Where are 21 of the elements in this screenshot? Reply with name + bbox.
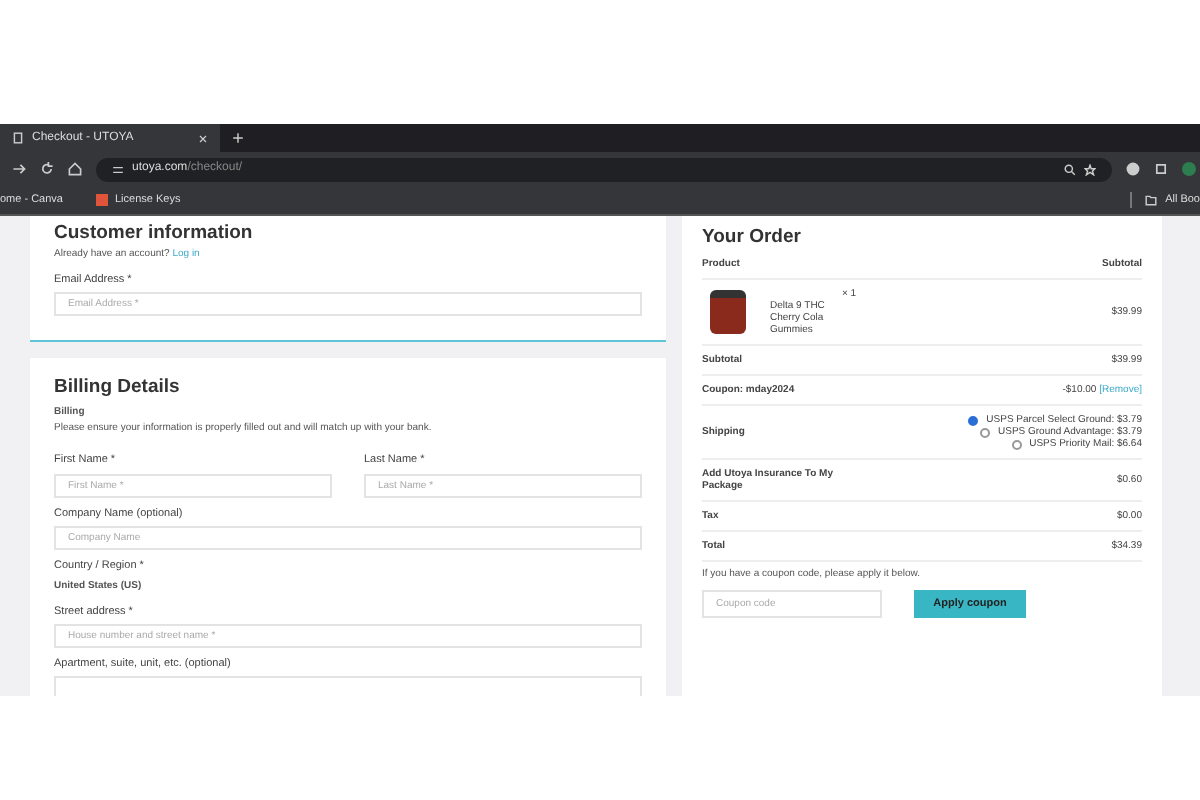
input-field[interactable] [54, 676, 642, 696]
radio-button[interactable] [1011, 439, 1022, 450]
section-title: Your Order [702, 224, 803, 252]
section-title: Billing Details [54, 374, 182, 402]
new-tab-icon[interactable] [232, 132, 244, 144]
avatar-icon[interactable] [1182, 162, 1196, 176]
home-icon[interactable] [68, 162, 82, 176]
extension-circle-icon[interactable] [1126, 162, 1140, 176]
site-settings-icon [112, 163, 124, 175]
reload-icon[interactable] [40, 162, 54, 176]
forward-icon[interactable] [12, 162, 26, 176]
folder-icon [1143, 194, 1158, 206]
star-icon[interactable] [1084, 163, 1096, 175]
app-icon [95, 194, 107, 206]
section-title: Customer information [54, 220, 255, 248]
search-icon[interactable] [1064, 163, 1076, 175]
product-image [710, 290, 746, 335]
page-icon [12, 132, 24, 144]
radio-button[interactable] [980, 427, 990, 438]
close-icon[interactable] [198, 133, 208, 143]
radio-button[interactable] [968, 415, 979, 426]
